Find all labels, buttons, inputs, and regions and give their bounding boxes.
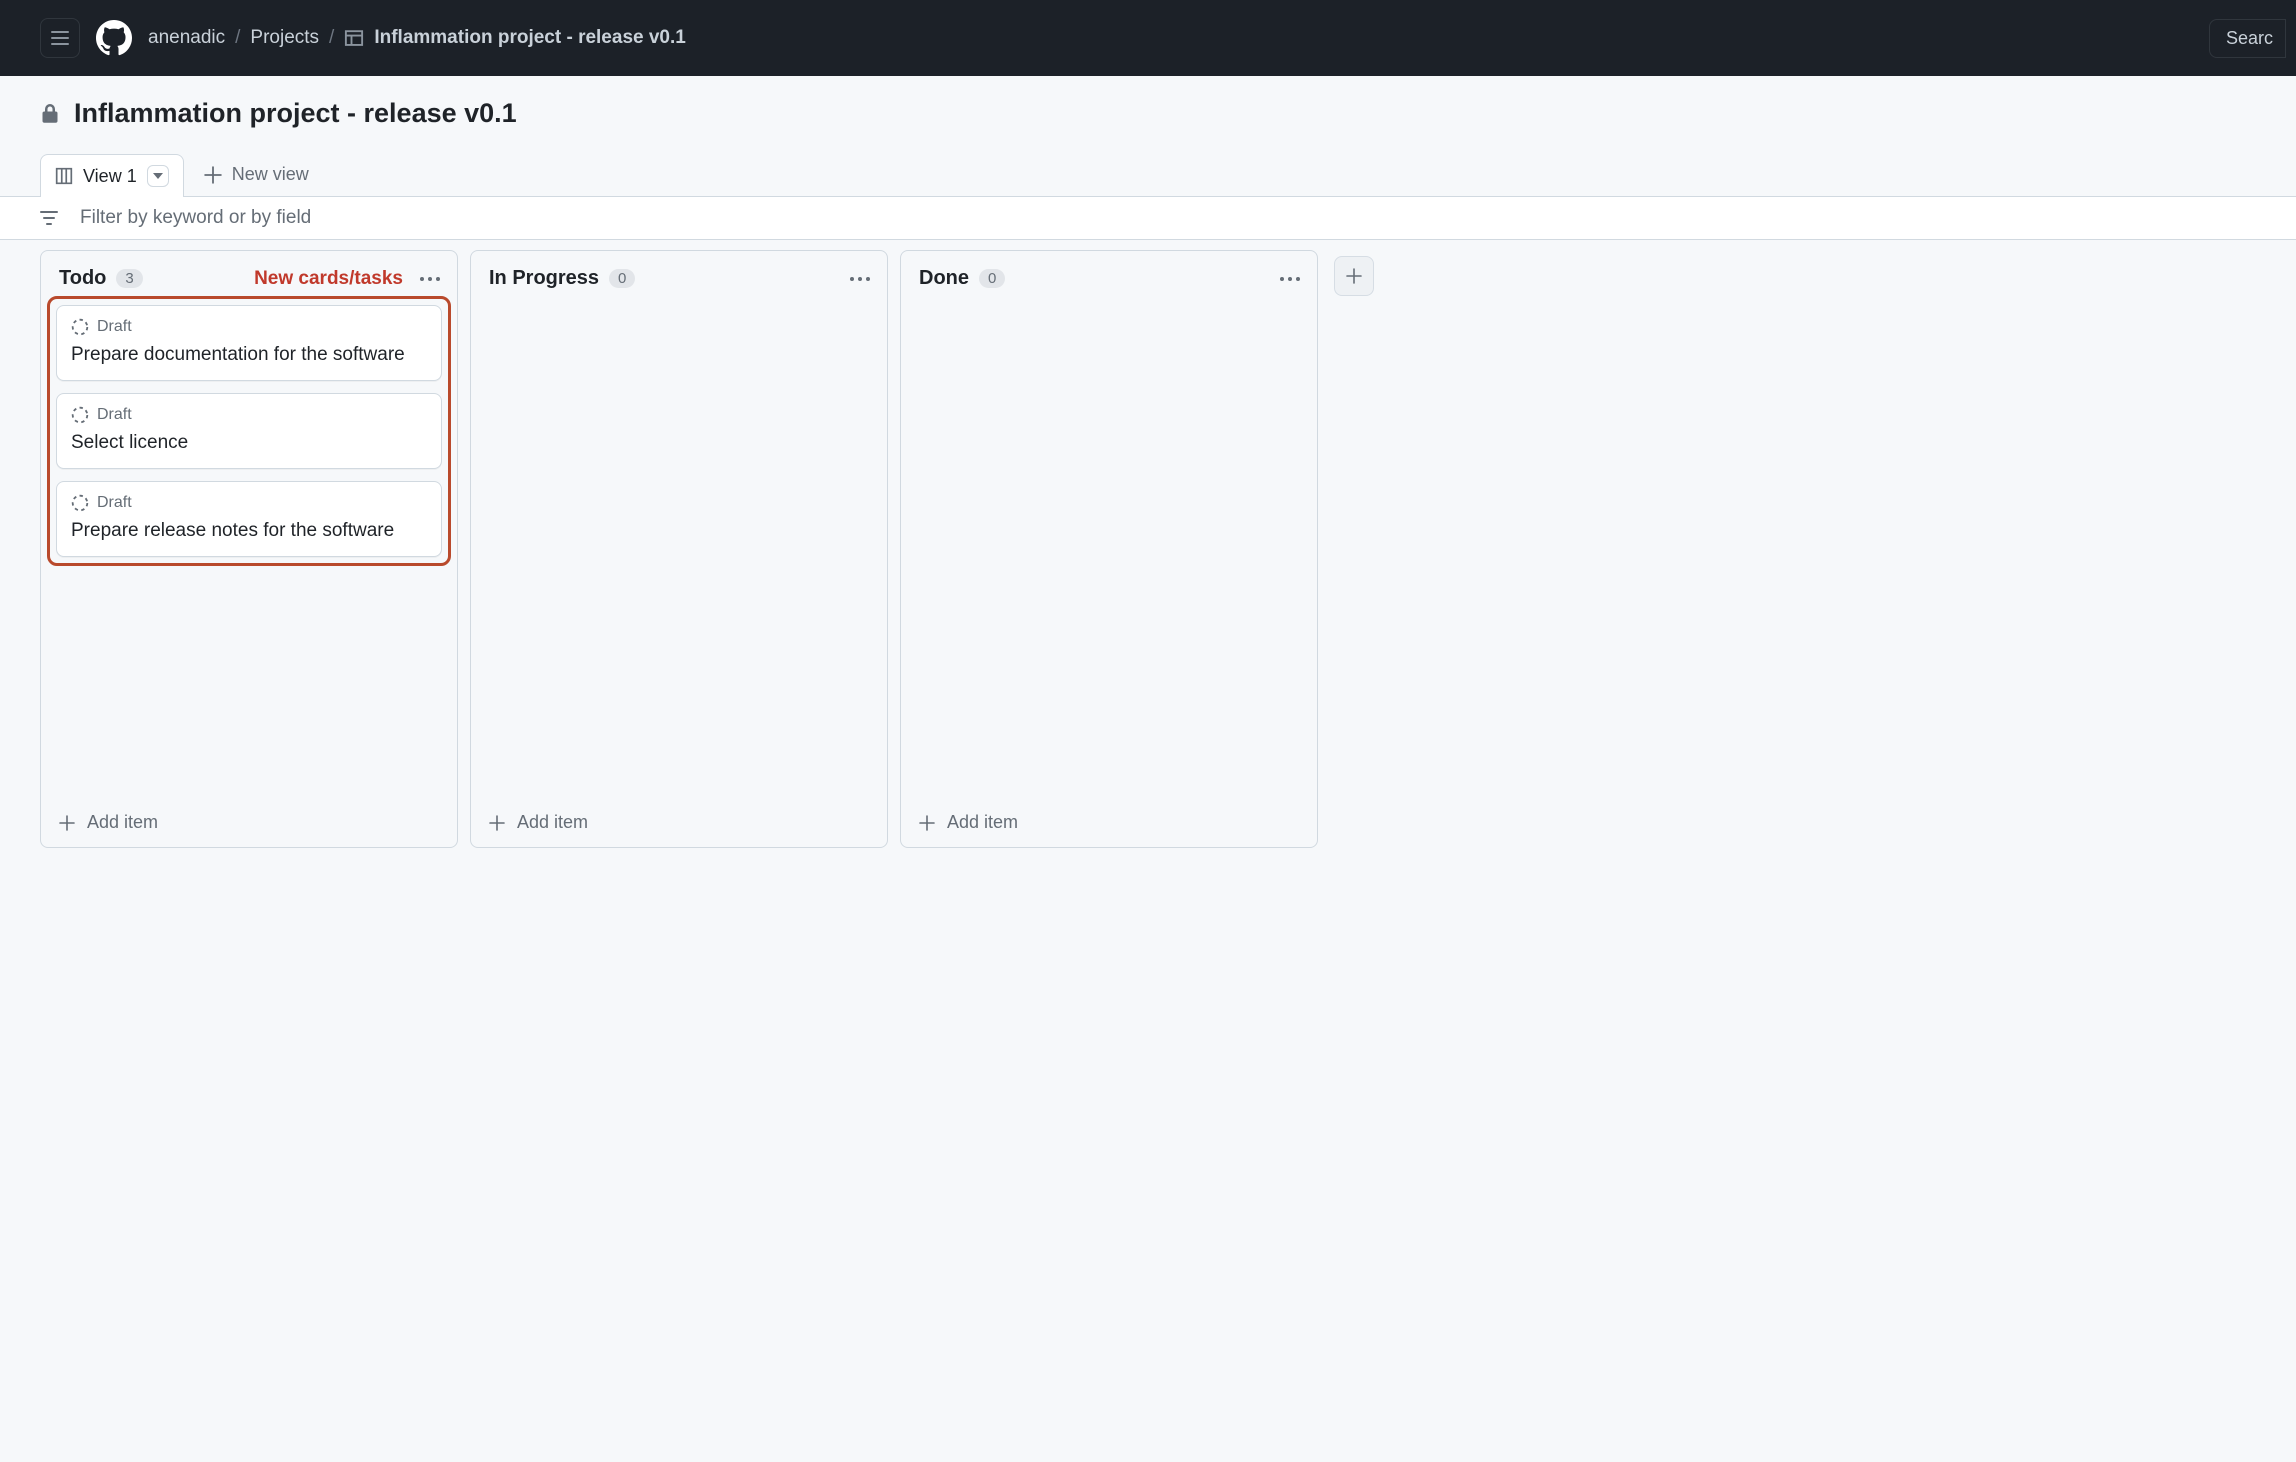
new-view-label: New view	[232, 164, 309, 185]
card-status: Draft	[97, 406, 132, 424]
plus-icon	[919, 815, 935, 831]
new-view-button[interactable]: New view	[190, 154, 323, 195]
subheader: Inflammation project - release v0.1 View…	[0, 76, 2296, 197]
column-menu-button[interactable]	[849, 276, 871, 282]
card[interactable]: Draft Select licence	[56, 393, 442, 469]
breadcrumb-separator: /	[235, 27, 240, 49]
column-menu-button[interactable]	[419, 276, 441, 282]
add-item-button[interactable]: Add item	[41, 798, 457, 847]
kebab-icon	[419, 276, 441, 282]
column-name: Done	[919, 267, 969, 290]
add-column-button[interactable]	[1334, 256, 1374, 296]
column-name: Todo	[59, 267, 106, 290]
github-logo[interactable]	[94, 18, 134, 58]
column-count-badge: 3	[116, 269, 142, 288]
card[interactable]: Draft Prepare documentation for the soft…	[56, 305, 442, 381]
add-item-button[interactable]: Add item	[471, 798, 887, 847]
column-menu-button[interactable]	[1279, 276, 1301, 282]
kebab-icon	[849, 276, 871, 282]
top-nav: anenadic / Projects / Inflammation proje…	[0, 0, 2296, 76]
card-status: Draft	[97, 494, 132, 512]
column-in-progress: In Progress 0 Add item	[470, 250, 888, 848]
filter-input[interactable]	[80, 207, 2256, 229]
tab-options-button[interactable]	[147, 165, 169, 187]
filter-icon[interactable]	[40, 211, 58, 225]
breadcrumb-projects[interactable]: Projects	[250, 27, 319, 49]
page-title: Inflammation project - release v0.1	[74, 98, 517, 129]
add-item-label: Add item	[517, 812, 588, 833]
breadcrumb-project-name[interactable]: Inflammation project - release v0.1	[374, 27, 686, 49]
column-count-badge: 0	[979, 269, 1005, 288]
column-name: In Progress	[489, 267, 599, 290]
add-item-label: Add item	[87, 812, 158, 833]
plus-icon	[489, 815, 505, 831]
breadcrumb-separator: /	[329, 27, 334, 49]
github-icon	[96, 20, 132, 56]
plus-icon	[204, 166, 222, 184]
card[interactable]: Draft Prepare release notes for the soft…	[56, 481, 442, 557]
plus-icon	[1346, 268, 1362, 284]
hamburger-menu-button[interactable]	[40, 18, 80, 58]
add-item-label: Add item	[947, 812, 1018, 833]
lock-icon	[40, 103, 60, 125]
breadcrumb: anenadic / Projects / Inflammation proje…	[148, 27, 686, 49]
draft-status-icon	[71, 318, 89, 336]
table-icon	[344, 28, 364, 48]
card-title: Prepare release notes for the software	[71, 520, 427, 542]
draft-status-icon	[71, 494, 89, 512]
hamburger-icon	[51, 31, 69, 45]
kebab-icon	[1279, 276, 1301, 282]
column-count-badge: 0	[609, 269, 635, 288]
add-item-button[interactable]: Add item	[901, 798, 1317, 847]
board: Todo 3 New cards/tasks Draft Prepare doc…	[0, 240, 2296, 860]
tab-view-1[interactable]: View 1	[40, 154, 184, 197]
annotation-label: New cards/tasks	[254, 268, 403, 290]
chevron-down-icon	[153, 173, 163, 179]
card-title: Select licence	[71, 432, 427, 454]
column-done: Done 0 Add item	[900, 250, 1318, 848]
column-todo: Todo 3 New cards/tasks Draft Prepare doc…	[40, 250, 458, 848]
card-status: Draft	[97, 318, 132, 336]
tab-label: View 1	[83, 166, 137, 187]
breadcrumb-user[interactable]: anenadic	[148, 27, 225, 49]
plus-icon	[59, 815, 75, 831]
card-title: Prepare documentation for the software	[71, 344, 427, 366]
search-button[interactable]: Searc	[2209, 19, 2286, 58]
board-icon	[55, 167, 73, 185]
filter-bar	[0, 197, 2296, 240]
draft-status-icon	[71, 406, 89, 424]
annotation-highlight-box: Draft Prepare documentation for the soft…	[47, 296, 451, 566]
